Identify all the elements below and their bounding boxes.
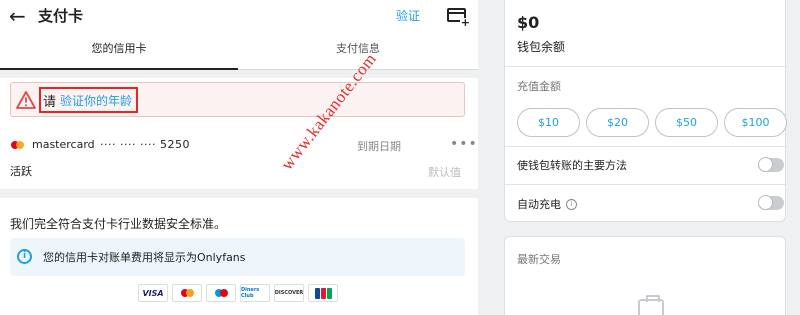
info-icon: i: [17, 249, 32, 264]
jcb-logo-icon: [308, 284, 338, 302]
set-default-button[interactable]: 默认值: [428, 164, 461, 180]
wallet-balance: $0: [517, 13, 540, 32]
topup-100-button[interactable]: $100: [724, 108, 787, 137]
primary-method-toggle[interactable]: [758, 157, 784, 172]
auto-recharge-toggle[interactable]: [758, 195, 784, 210]
statement-note: 您的信用卡对账单费用将显示为Onlyfans: [43, 251, 246, 264]
diners-club-logo-icon: Diners Club: [240, 284, 270, 302]
header: ← 支付卡 验证 您的信用卡 支付信息: [0, 0, 478, 70]
tab-your-cards[interactable]: 您的信用卡: [0, 30, 238, 70]
primary-method-label: 使钱包转账的主要方法: [517, 159, 627, 172]
verify-age-link[interactable]: 验证你的年龄: [60, 92, 132, 109]
auto-recharge-info-icon[interactable]: i: [566, 198, 577, 210]
latest-transactions-title: 最新交易: [517, 253, 561, 266]
add-card-icon[interactable]: [447, 8, 471, 28]
visa-logo-icon: VISA: [138, 284, 168, 302]
topup-10-button[interactable]: $10: [517, 108, 580, 137]
topup-50-button[interactable]: $50: [655, 108, 718, 137]
card-number: ···· ···· ···· 5250: [100, 138, 190, 151]
wallet-card: $0 钱包余额 充值金额 $10 $20 $50 $100 使钱包转账的主要方法…: [504, 0, 787, 222]
mastercard-icon: [11, 140, 26, 150]
card-network-logos: VISA Diners Club DISCOVER: [138, 284, 338, 302]
pci-compliance-text: 我们完全符合支付卡行业数据安全标准。: [10, 217, 227, 231]
payment-cards-pane: ← 支付卡 验证 您的信用卡 支付信息 请 验证你的年龄 mastercard …: [0, 0, 478, 315]
maestro-logo-icon: [206, 284, 236, 302]
verify-link[interactable]: 验证: [396, 8, 420, 24]
divider: [505, 146, 785, 147]
shopping-bag-icon: [638, 295, 664, 315]
warning-triangle-icon: [16, 91, 36, 109]
auto-recharge-label: 自动充电 i: [517, 196, 577, 212]
page-title: 支付卡: [38, 7, 84, 25]
mastercard-logo-icon: [172, 284, 202, 302]
expiry-label: 到期日期: [357, 140, 401, 153]
topup-20-button[interactable]: $20: [586, 108, 649, 137]
warning-prefix: 请: [43, 94, 57, 110]
more-horizontal-icon[interactable]: •••: [450, 136, 478, 152]
discover-logo-icon: DISCOVER: [274, 284, 304, 302]
verify-age-highlight: 请 验证你的年龄: [39, 87, 139, 113]
topup-amount-label: 充值金额: [517, 80, 561, 93]
security-section: 我们完全符合支付卡行业数据安全标准。 i 您的信用卡对账单费用将显示为Onlyf…: [0, 198, 478, 315]
divider: [505, 184, 785, 185]
transactions-card: 最新交易: [504, 236, 786, 315]
back-arrow-icon[interactable]: ←: [9, 6, 26, 26]
wallet-balance-label: 钱包余额: [517, 40, 566, 54]
card-brand: mastercard: [32, 138, 95, 151]
divider: [505, 66, 785, 67]
statement-info-box: i 您的信用卡对账单费用将显示为Onlyfans: [10, 238, 465, 276]
card-section: 请 验证你的年龄 mastercard ···· ···· ···· 5250 …: [0, 78, 478, 189]
age-verification-alert: 请 验证你的年龄: [10, 82, 465, 117]
card-status: 活跃: [10, 165, 32, 178]
